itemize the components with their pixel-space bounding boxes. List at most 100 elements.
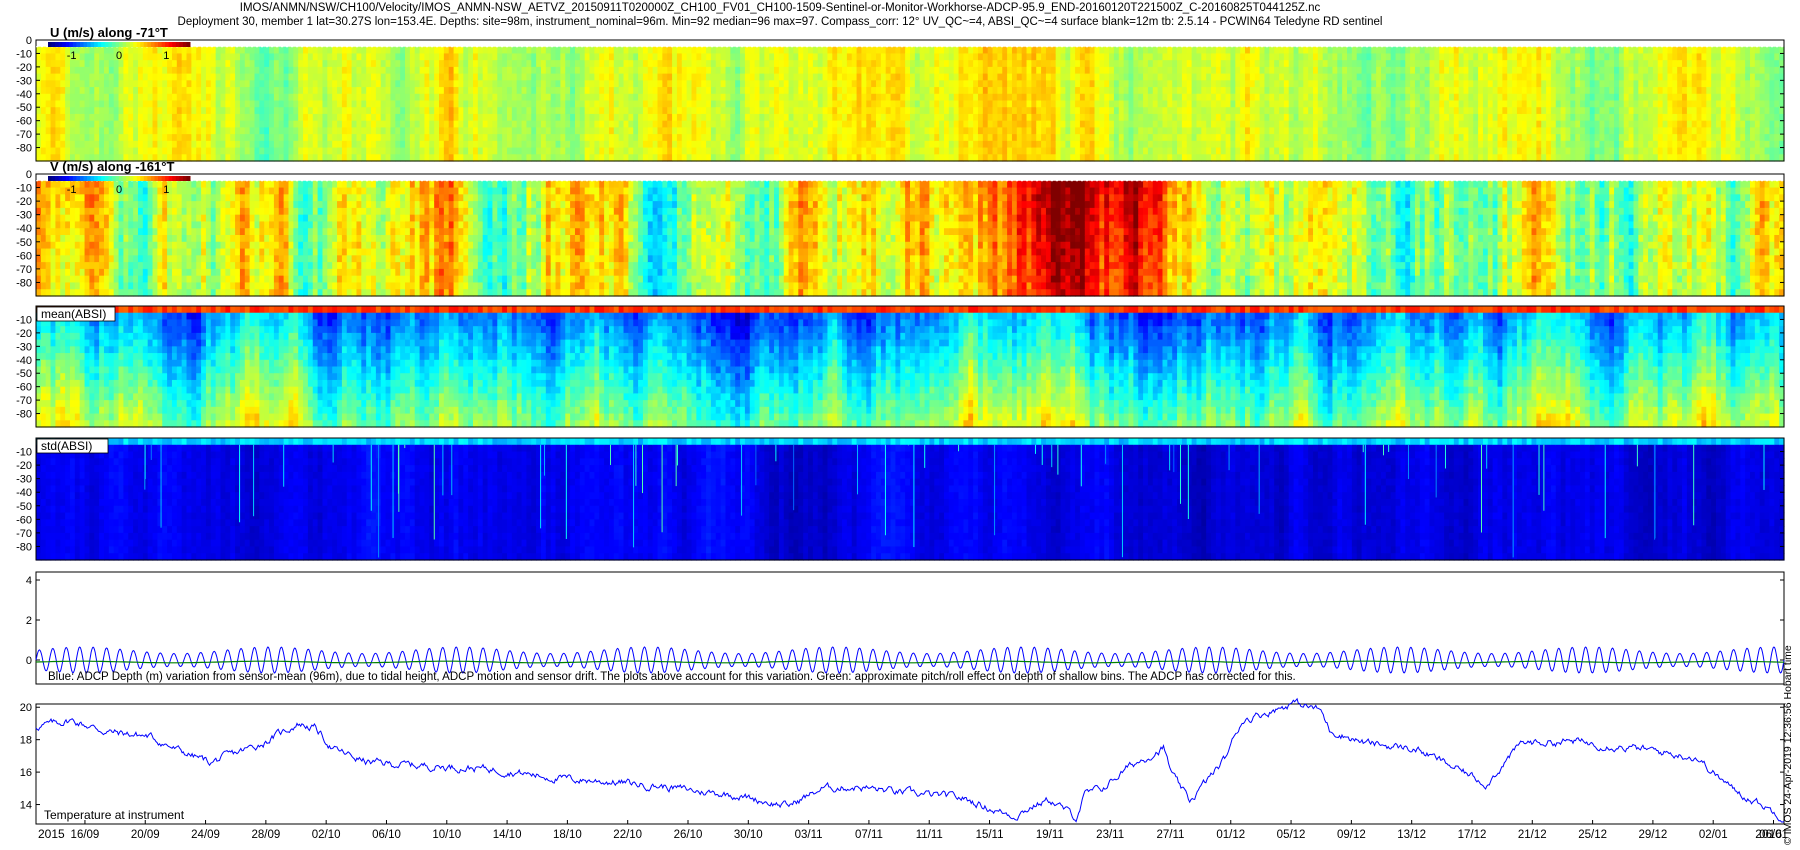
heatmap-cell [580, 53, 585, 60]
heatmap-cell [366, 114, 371, 121]
heatmap-cell [483, 87, 488, 94]
heatmap-cell [614, 74, 619, 81]
heatmap-cell [1362, 87, 1367, 94]
heatmap-cell [366, 121, 371, 128]
heatmap-cell [1090, 134, 1095, 141]
heatmap-cell [604, 114, 609, 121]
heatmap-cell [94, 74, 99, 81]
heatmap-cell [1240, 121, 1245, 128]
heatmap-cell [866, 94, 871, 101]
heatmap-cell [541, 47, 546, 54]
heatmap-cell [570, 114, 575, 121]
heatmap-cell [585, 107, 590, 114]
heatmap-cell [352, 74, 357, 81]
heatmap-cell [196, 148, 201, 155]
heatmap-cell [929, 121, 934, 128]
heatmap-cell [1250, 74, 1255, 81]
heatmap-cell [284, 114, 289, 121]
heatmap-cell [716, 40, 721, 47]
heatmap-cell [988, 94, 993, 101]
heatmap-cell [356, 60, 361, 67]
heatmap-cell [148, 148, 153, 155]
heatmap-cell [318, 53, 323, 60]
heatmap-cell [386, 94, 391, 101]
heatmap-cell [793, 134, 798, 141]
heatmap-cell [1196, 141, 1201, 148]
heatmap-cell [633, 134, 638, 141]
heatmap-cell [119, 107, 124, 114]
heatmap-cell [1352, 40, 1357, 47]
heatmap-cell [478, 141, 483, 148]
heatmap-cell [774, 60, 779, 67]
heatmap-cell [624, 80, 629, 87]
heatmap-cell [609, 80, 614, 87]
heatmap-cell [99, 134, 104, 141]
heatmap-cell [1196, 47, 1201, 54]
heatmap-cell [347, 127, 352, 134]
heatmap-cell [551, 74, 556, 81]
heatmap-cell [517, 60, 522, 67]
heatmap-cell [755, 53, 760, 60]
heatmap-cell [128, 47, 133, 54]
heatmap-cell [580, 67, 585, 74]
heatmap-cell [716, 148, 721, 155]
heatmap-cell [201, 60, 206, 67]
heatmap-cell [1099, 94, 1104, 101]
heatmap-cell [488, 67, 493, 74]
heatmap-cell [1085, 60, 1090, 67]
heatmap-cell [638, 141, 643, 148]
heatmap-cell [740, 134, 745, 141]
heatmap-cell [682, 87, 687, 94]
heatmap-cell [1187, 141, 1192, 148]
heatmap-cell [109, 74, 114, 81]
heatmap-cell [837, 127, 842, 134]
heatmap-cell [89, 101, 94, 108]
heatmap-cell [793, 101, 798, 108]
heatmap-cell [536, 40, 541, 47]
heatmap-cell [517, 40, 522, 47]
heatmap-cell [298, 148, 303, 155]
heatmap-cell [259, 127, 264, 134]
heatmap-cell [1328, 47, 1333, 54]
heatmap-cell [89, 74, 94, 81]
heatmap-cell [633, 47, 638, 54]
heatmap-cell [1201, 94, 1206, 101]
heatmap-cell [415, 94, 420, 101]
heatmap-cell [225, 60, 230, 67]
heatmap-cell [954, 94, 959, 101]
heatmap-cell [789, 94, 794, 101]
heatmap-cell [759, 148, 764, 155]
heatmap-cell [633, 67, 638, 74]
heatmap-cell [463, 101, 468, 108]
heatmap-cell [1289, 127, 1294, 134]
heatmap-cell [308, 127, 313, 134]
heatmap-cell [463, 148, 468, 155]
heatmap-cell [463, 80, 468, 87]
heatmap-cell [536, 67, 541, 74]
heatmap-cell [308, 101, 313, 108]
heatmap-cell [609, 134, 614, 141]
heatmap-cell [769, 101, 774, 108]
heatmap-cell [1167, 101, 1172, 108]
heatmap-cell [424, 40, 429, 47]
heatmap-cell [1352, 101, 1357, 108]
heatmap-cell [871, 141, 876, 148]
heatmap-cell [1366, 107, 1371, 114]
heatmap-cell [400, 47, 405, 54]
heatmap-cell [614, 94, 619, 101]
heatmap-cell [463, 141, 468, 148]
heatmap-cell [1274, 47, 1279, 54]
heatmap-cell [1235, 121, 1240, 128]
heatmap-cell [143, 47, 148, 54]
heatmap-cell [963, 67, 968, 74]
heatmap-cell [327, 121, 332, 128]
heatmap-cell [1240, 101, 1245, 108]
heatmap-cell [264, 74, 269, 81]
heatmap-cell [386, 80, 391, 87]
heatmap-cell [658, 141, 663, 148]
heatmap-cell [434, 148, 439, 155]
heatmap-cell [99, 53, 104, 60]
heatmap-cell [1226, 121, 1231, 128]
heatmap-cell [827, 107, 832, 114]
heatmap-cell [920, 87, 925, 94]
